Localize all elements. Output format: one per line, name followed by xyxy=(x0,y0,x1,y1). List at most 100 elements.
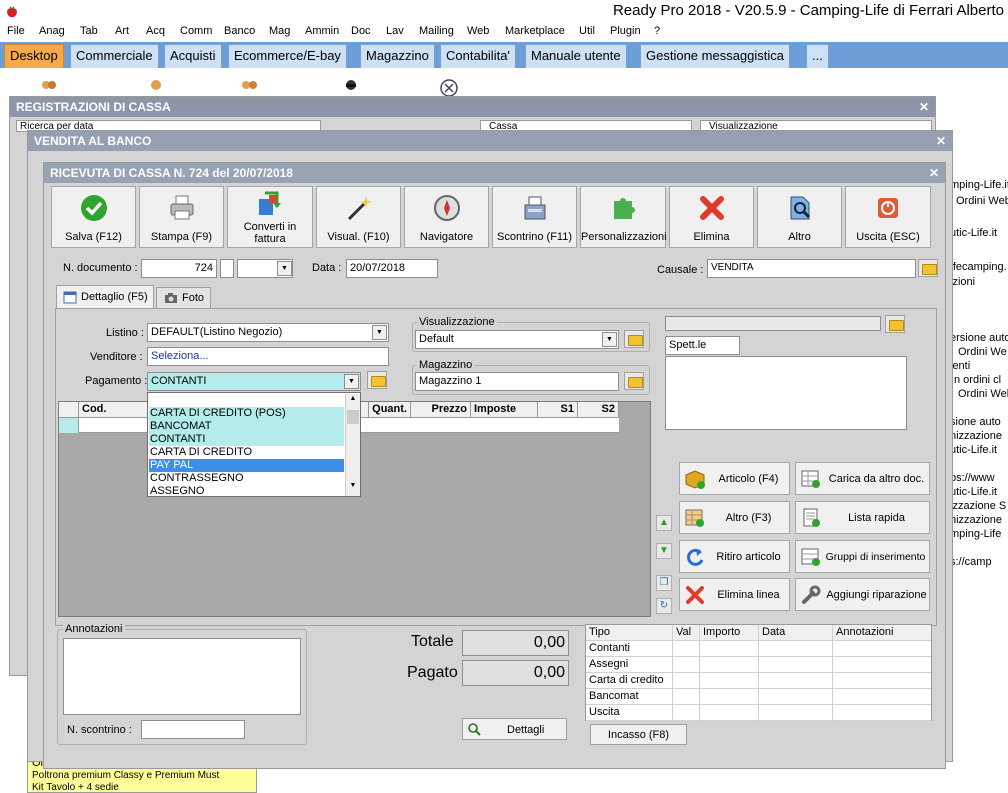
menu-art[interactable]: Art xyxy=(115,25,129,37)
menu-doc[interactable]: Doc xyxy=(351,25,371,37)
causale-field[interactable]: VENDITA xyxy=(707,259,916,278)
tab-foto[interactable]: Foto xyxy=(156,287,211,309)
move-up-icon[interactable]: ▲ xyxy=(656,515,672,531)
dropdown-option[interactable]: CARTA DI CREDITO (POS) xyxy=(149,407,344,420)
chevron-down-icon[interactable]: ▼ xyxy=(372,325,387,340)
menu-help[interactable]: ? xyxy=(654,25,660,37)
users-icon[interactable] xyxy=(238,78,260,98)
dettagli-button[interactable]: Dettagli xyxy=(462,718,567,740)
dropdown-option[interactable]: CONTRASSEGNO xyxy=(149,472,344,485)
pagamento-dropdown-list[interactable]: CARTA DI CREDITO (POS) BANCOMAT CONTANTI… xyxy=(147,392,361,497)
person-icon[interactable] xyxy=(145,78,167,98)
articolo-button[interactable]: Articolo (F4) xyxy=(679,462,790,495)
menu-marketplace[interactable]: Marketplace xyxy=(505,25,565,37)
customer-search-field[interactable] xyxy=(665,316,881,331)
visualizzazione-select[interactable]: Default xyxy=(415,330,619,349)
grid-header-imposte[interactable]: Imposte xyxy=(471,402,538,418)
tab-desktop[interactable]: Desktop xyxy=(4,44,64,68)
menu-mag[interactable]: Mag xyxy=(269,25,290,37)
nscontrino-field[interactable] xyxy=(141,720,245,739)
aggiungi-riparazione-button[interactable]: Aggiungi riparazione xyxy=(795,578,930,611)
people-icon[interactable] xyxy=(38,78,60,98)
dropdown-option[interactable]: ASSEGNO xyxy=(149,485,344,496)
stampa-button[interactable]: Stampa (F9) xyxy=(139,186,224,248)
tab-ecommerce[interactable]: Ecommerce/E-bay xyxy=(228,44,347,68)
magazzino-field[interactable]: Magazzino 1 xyxy=(415,372,619,391)
dropdown-option-selected[interactable]: PAY PAL xyxy=(149,459,344,472)
customer-title-field[interactable]: Spett.le xyxy=(665,336,740,355)
row-indicator[interactable] xyxy=(59,418,79,433)
payment-table[interactable]: Tipo Val Importo Data Annotazioni Contan… xyxy=(585,624,932,722)
converti-fattura-button[interactable]: Converti in fattura xyxy=(227,186,313,248)
elimina-linea-button[interactable]: Elimina linea xyxy=(679,578,790,611)
tab-more[interactable]: ... xyxy=(806,44,829,68)
close-icon[interactable]: ✕ xyxy=(936,134,946,148)
chevron-down-icon[interactable]: ▼ xyxy=(344,374,359,389)
menu-acq[interactable]: Acq xyxy=(146,25,165,37)
salva-button[interactable]: Salva (F12) xyxy=(51,186,136,248)
dropdown-option[interactable]: CONTANTI xyxy=(149,433,344,446)
navigatore-button[interactable]: Navigatore xyxy=(404,186,489,248)
menu-util[interactable]: Util xyxy=(579,25,595,37)
grid-header-quant[interactable]: Quant. xyxy=(369,402,411,418)
gruppi-inserimento-button[interactable]: Gruppi di inserimento xyxy=(795,540,930,573)
menu-web[interactable]: Web xyxy=(467,25,489,37)
menu-mailing[interactable]: Mailing xyxy=(419,25,454,37)
strawberry-app-icon[interactable] xyxy=(5,5,19,19)
tab-dettaglio[interactable]: Dettaglio (F5) xyxy=(56,285,154,309)
close-icon[interactable]: ✕ xyxy=(919,100,929,114)
uscita-button[interactable]: Uscita (ESC) xyxy=(845,186,931,248)
altro-f3-button[interactable]: Altro (F3) xyxy=(679,501,790,534)
menu-anag[interactable]: Anag xyxy=(39,25,65,37)
ritiro-articolo-button[interactable]: Ritiro articolo xyxy=(679,540,790,573)
folder-icon[interactable] xyxy=(624,372,644,390)
folder-icon[interactable] xyxy=(624,330,644,348)
menu-lav[interactable]: Lav xyxy=(386,25,404,37)
folder-icon[interactable] xyxy=(885,315,905,333)
folder-icon[interactable] xyxy=(367,371,387,389)
scroll-down-icon[interactable]: ▼ xyxy=(347,482,359,495)
grid-header-prezzo[interactable]: Prezzo xyxy=(411,402,471,418)
annotazioni-textarea[interactable] xyxy=(63,638,301,715)
scroll-thumb[interactable] xyxy=(347,410,359,424)
tab-magazzino[interactable]: Magazzino xyxy=(360,44,435,68)
ndoc-suffix-field[interactable] xyxy=(220,259,234,278)
dropdown-option[interactable]: BANCOMAT xyxy=(149,420,344,433)
date-field[interactable]: 20/07/2018 xyxy=(346,259,438,278)
clock-icon[interactable] xyxy=(438,78,460,98)
grid-header-s1[interactable]: S1 xyxy=(538,402,578,418)
customer-address-field[interactable] xyxy=(665,356,907,430)
tab-gestione-messaggistica[interactable]: Gestione messaggistica xyxy=(640,44,791,68)
menu-file[interactable]: File xyxy=(7,25,25,37)
dropdown-scrollbar[interactable]: ▲ ▼ xyxy=(345,394,360,496)
tab-contabilita[interactable]: Contabilita' xyxy=(440,44,516,68)
carica-altro-doc-button[interactable]: Carica da altro doc. xyxy=(795,462,930,495)
scontrino-button[interactable]: Scontrino (F11) xyxy=(492,186,577,248)
chevron-down-icon[interactable]: ▼ xyxy=(602,332,617,347)
tab-commerciale[interactable]: Commerciale xyxy=(70,44,159,68)
scroll-up-icon[interactable]: ▲ xyxy=(347,395,359,408)
lista-rapida-button[interactable]: Lista rapida xyxy=(795,501,930,534)
grid-header-s2[interactable]: S2 xyxy=(578,402,619,418)
ndoc-field[interactable]: 724 xyxy=(141,259,217,278)
tab-manuale-utente[interactable]: Manuale utente xyxy=(525,44,627,68)
menu-banco[interactable]: Banco xyxy=(224,25,255,37)
folder-icon[interactable] xyxy=(918,259,938,277)
pagamento-select[interactable]: CONTANTI xyxy=(147,372,361,391)
elimina-button[interactable]: Elimina xyxy=(669,186,754,248)
dropdown-option[interactable]: CARTA DI CREDITO xyxy=(149,446,344,459)
menu-comm[interactable]: Comm xyxy=(180,25,212,37)
copy-icon[interactable]: ❐ xyxy=(656,575,672,591)
menu-plugin[interactable]: Plugin xyxy=(610,25,641,37)
listino-select[interactable]: DEFAULT(Listino Negozio) xyxy=(147,323,389,342)
altro-button[interactable]: Altro xyxy=(757,186,842,248)
close-icon[interactable]: ✕ xyxy=(929,166,939,180)
tab-acquisti[interactable]: Acquisti xyxy=(164,44,222,68)
venditore-field[interactable]: Seleziona... xyxy=(147,347,389,366)
refresh-icon[interactable]: ↻ xyxy=(656,598,672,614)
move-down-icon[interactable]: ▼ xyxy=(656,543,672,559)
menu-ammin[interactable]: Ammin xyxy=(305,25,339,37)
incasso-button[interactable]: Incasso (F8) xyxy=(590,724,687,745)
agent-icon[interactable] xyxy=(340,78,362,98)
menu-tab[interactable]: Tab xyxy=(80,25,98,37)
